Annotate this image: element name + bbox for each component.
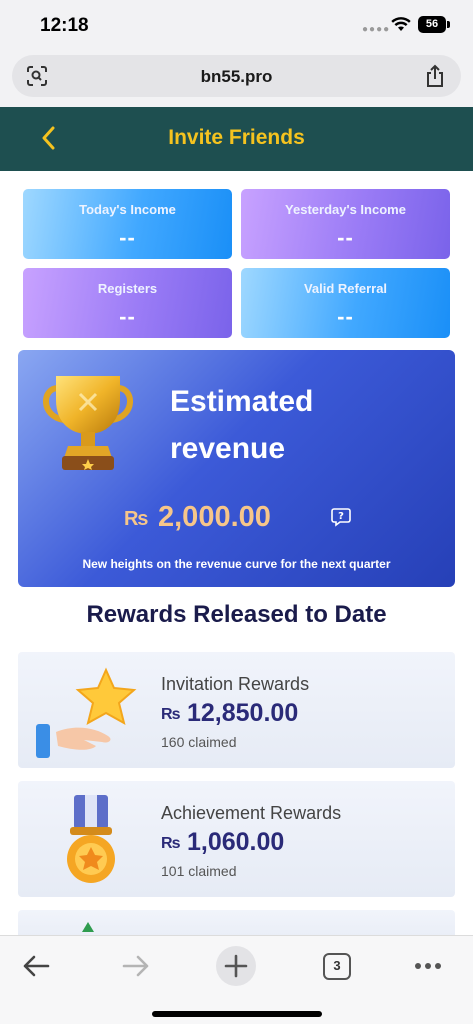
stat-label: Valid Referral	[303, 281, 388, 296]
stat-label: Yesterday's Income	[285, 202, 406, 217]
stat-value: --	[337, 304, 354, 329]
trophy-icon	[43, 376, 133, 470]
status-time: 12:18	[40, 15, 89, 36]
wifi-icon	[391, 17, 411, 31]
status-bar: 12:18 ●●●● 56	[0, 0, 473, 50]
reward-label: Achievement Rewards	[161, 803, 342, 823]
back-icon[interactable]	[16, 946, 56, 986]
home-indicator	[152, 1011, 322, 1017]
new-tab-icon[interactable]	[216, 946, 256, 986]
estimated-revenue-card: Estimated revenue ₨ 2,000.00 ? New heigh…	[18, 350, 455, 587]
stat-label: Registers	[97, 281, 158, 296]
reward-claimed: 101 claimed	[161, 863, 237, 879]
forward-icon[interactable]	[116, 946, 156, 986]
currency-symbol: ₨	[124, 508, 149, 530]
help-icon[interactable]: ?	[331, 507, 351, 527]
reward-amount: 1,060.00	[187, 828, 285, 856]
stat-value: --	[119, 225, 136, 250]
page-title: Invite Friends	[168, 126, 305, 149]
share-icon[interactable]	[424, 64, 446, 88]
more-icon[interactable]	[408, 946, 448, 986]
svg-text:?: ?	[338, 511, 344, 522]
address-bar[interactable]: bn55.pro	[12, 55, 461, 97]
reward-label: Invitation Rewards	[161, 674, 310, 694]
stat-card-registers: Registers --	[23, 268, 232, 338]
stat-card-todays-income: Today's Income --	[23, 189, 232, 259]
app-header: Invite Friends	[0, 107, 473, 171]
stat-label: Today's Income	[79, 202, 176, 217]
stat-value: --	[337, 225, 354, 250]
reward-card-achievement: Achievement Rewards ₨ 1,060.00 101 claim…	[18, 781, 455, 897]
stat-card-valid-referral: Valid Referral --	[241, 268, 450, 338]
browser-toolbar: 3	[0, 935, 473, 1024]
revenue-note: New heights on the revenue curve for the…	[82, 557, 391, 571]
stat-card-yesterdays-income: Yesterday's Income --	[241, 189, 450, 259]
url-text: bn55.pro	[200, 67, 273, 86]
star-hand-icon	[36, 667, 137, 758]
reward-claimed: 160 claimed	[161, 734, 237, 750]
browser-bar: bn55.pro	[0, 50, 473, 107]
stat-value: --	[119, 304, 136, 329]
tab-count: 3	[323, 953, 351, 980]
medal-icon	[67, 795, 115, 883]
rewards-section-title: Rewards Released to Date	[86, 601, 387, 628]
currency-symbol: ₨	[161, 706, 181, 723]
reward-card-invitation: Invitation Rewards ₨ 12,850.00 160 claim…	[18, 652, 455, 768]
reward-amount: 12,850.00	[187, 699, 299, 727]
tabs-icon[interactable]: 3	[317, 946, 357, 986]
revenue-title: Estimated revenue	[170, 385, 314, 465]
revenue-amount: 2,000.00	[158, 501, 271, 533]
battery-icon: 56	[418, 16, 450, 33]
signal-dots-icon: ●●●●	[362, 24, 391, 35]
currency-symbol: ₨	[161, 835, 181, 852]
